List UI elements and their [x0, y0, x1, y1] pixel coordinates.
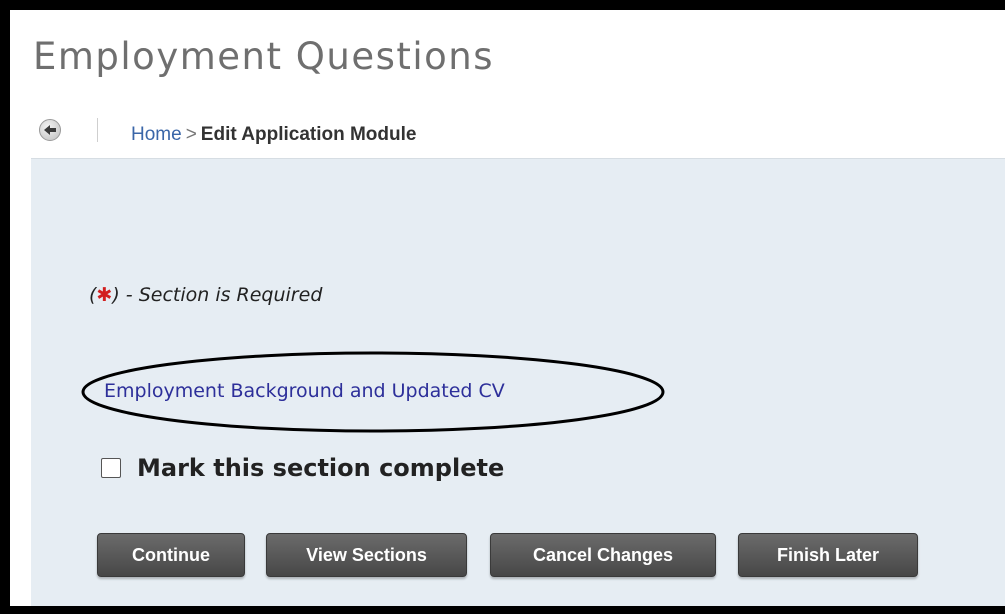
page-title: Employment Questions	[33, 35, 495, 78]
cancel-changes-button[interactable]: Cancel Changes	[490, 533, 716, 577]
finish-later-button[interactable]: Finish Later	[738, 533, 918, 577]
breadcrumb-home-link[interactable]: Home	[131, 124, 182, 145]
required-note: (✱) - Section is Required	[89, 284, 322, 306]
continue-button[interactable]: Continue	[97, 533, 245, 577]
mark-complete-label[interactable]: Mark this section complete	[137, 454, 504, 482]
mark-complete-checkbox[interactable]	[101, 458, 121, 478]
section-link-employment-background[interactable]: Employment Background and Updated CV	[104, 380, 505, 402]
breadcrumb-divider	[97, 118, 98, 142]
back-button[interactable]	[39, 119, 61, 141]
view-sections-button[interactable]: View Sections	[266, 533, 467, 577]
mark-complete-row[interactable]: Mark this section complete	[101, 454, 504, 482]
breadcrumb-separator: >	[185, 124, 197, 145]
breadcrumb-current: Edit Application Module	[200, 124, 417, 145]
screenshot-frame: Employment Questions Home > Edit Applicati…	[10, 10, 1005, 606]
required-star-icon: ✱	[96, 284, 113, 306]
content-panel: (✱) - Section is Required Employment Bac…	[31, 158, 1005, 606]
required-note-text: ) - Section is Required	[112, 284, 323, 306]
back-arrow-icon	[44, 125, 56, 135]
breadcrumb: Home > Edit Application Module	[131, 124, 416, 146]
